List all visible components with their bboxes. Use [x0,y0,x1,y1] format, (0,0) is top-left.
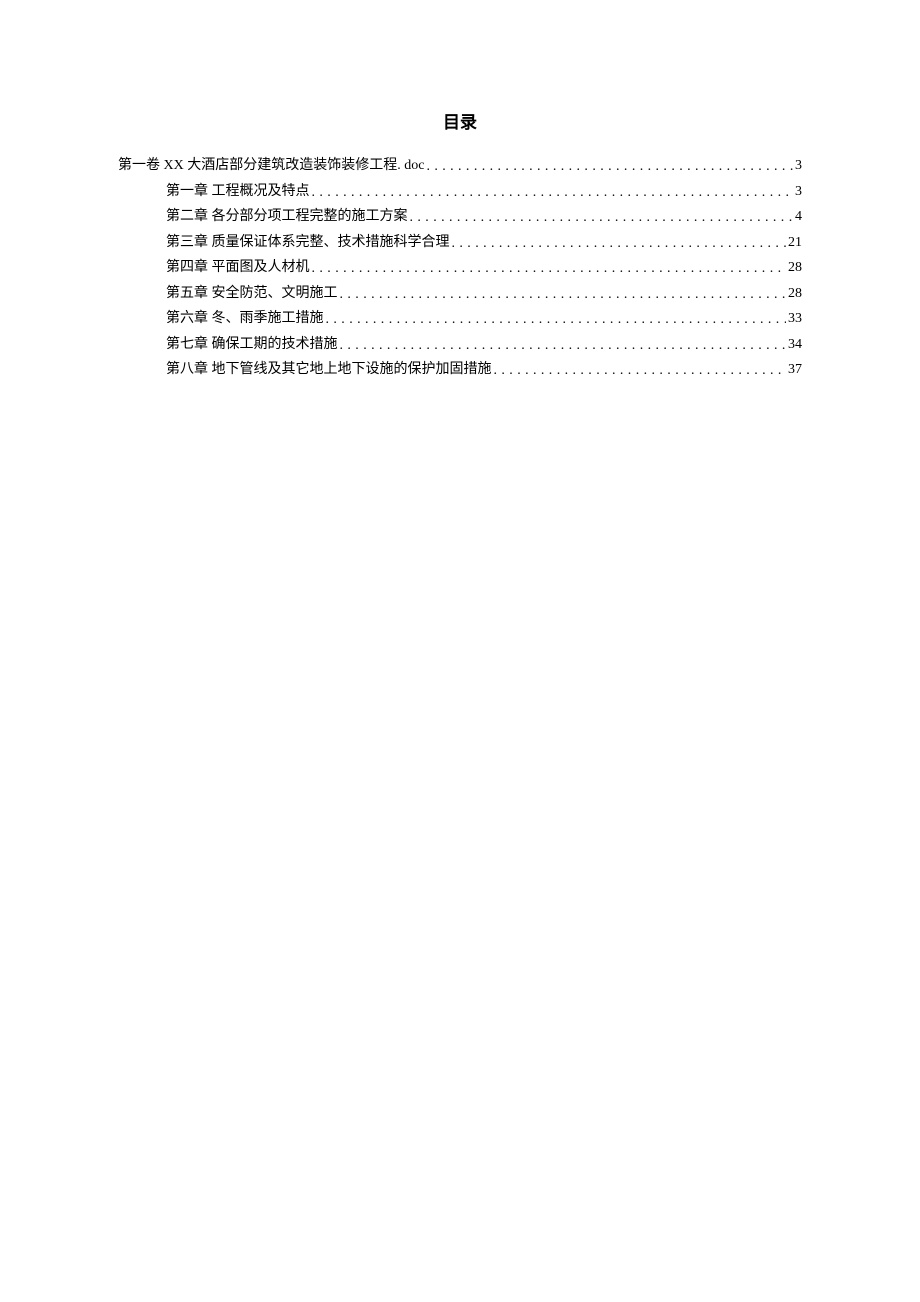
toc-chapter-page: 4 [793,204,802,230]
toc-chapter-page: 21 [786,230,802,256]
toc-chapter-label: 第八章 地下管线及其它地上地下设施的保护加固措施 [166,357,494,383]
toc-chapter-label: 第一章 工程概况及特点 [166,179,312,205]
toc-chapter-line[interactable]: 第五章 安全防范、文明施工 28 [166,281,802,307]
toc-title: 目录 [118,108,802,133]
toc-chapter-line[interactable]: 第八章 地下管线及其它地上地下设施的保护加固措施 37 [166,357,802,383]
toc-chapter-page: 34 [786,332,802,358]
toc-chapter-page: 3 [793,179,802,205]
toc-chapter-line[interactable]: 第七章 确保工期的技术措施 34 [166,332,802,358]
toc-dot-leader [452,231,787,256]
toc-chapter-label: 第三章 质量保证体系完整、技术措施科学合理 [166,230,452,256]
toc-volume-page: 3 [793,153,802,179]
toc-chapter-line[interactable]: 第三章 质量保证体系完整、技术措施科学合理 21 [166,230,802,256]
toc-chapter-line[interactable]: 第二章 各分部分项工程完整的施工方案 4 [166,204,802,230]
toc-volume-label: 第一卷 XX 大酒店部分建筑改造装饰装修工程. doc [118,153,426,179]
toc-chapter-line[interactable]: 第一章 工程概况及特点 3 [166,179,802,205]
toc-volume-line[interactable]: 第一卷 XX 大酒店部分建筑改造装饰装修工程. doc 3 [118,153,802,179]
toc-dot-leader [494,358,787,383]
document-page: 目录 第一卷 XX 大酒店部分建筑改造装饰装修工程. doc 3 第一章 工程概… [0,0,920,383]
toc-chapter-page: 37 [786,357,802,383]
toc-chapter-line[interactable]: 第六章 冬、雨季施工措施 33 [166,306,802,332]
toc-chapter-page: 33 [786,306,802,332]
toc-dot-leader [326,307,787,332]
toc-dot-leader [410,205,794,230]
toc-dot-leader [312,180,794,205]
toc-dot-leader [340,282,787,307]
toc-chapter-line[interactable]: 第四章 平面图及人材机 28 [166,255,802,281]
toc-chapter-label: 第四章 平面图及人材机 [166,255,312,281]
toc-chapter-label: 第五章 安全防范、文明施工 [166,281,340,307]
toc-chapter-label: 第六章 冬、雨季施工措施 [166,306,326,332]
toc-chapter-label: 第七章 确保工期的技术措施 [166,332,340,358]
toc-dot-leader [340,333,787,358]
toc-dot-leader [312,256,787,281]
toc-chapter-label: 第二章 各分部分项工程完整的施工方案 [166,204,410,230]
toc-chapter-page: 28 [786,281,802,307]
toc-dot-leader [426,154,793,179]
toc-chapter-page: 28 [786,255,802,281]
